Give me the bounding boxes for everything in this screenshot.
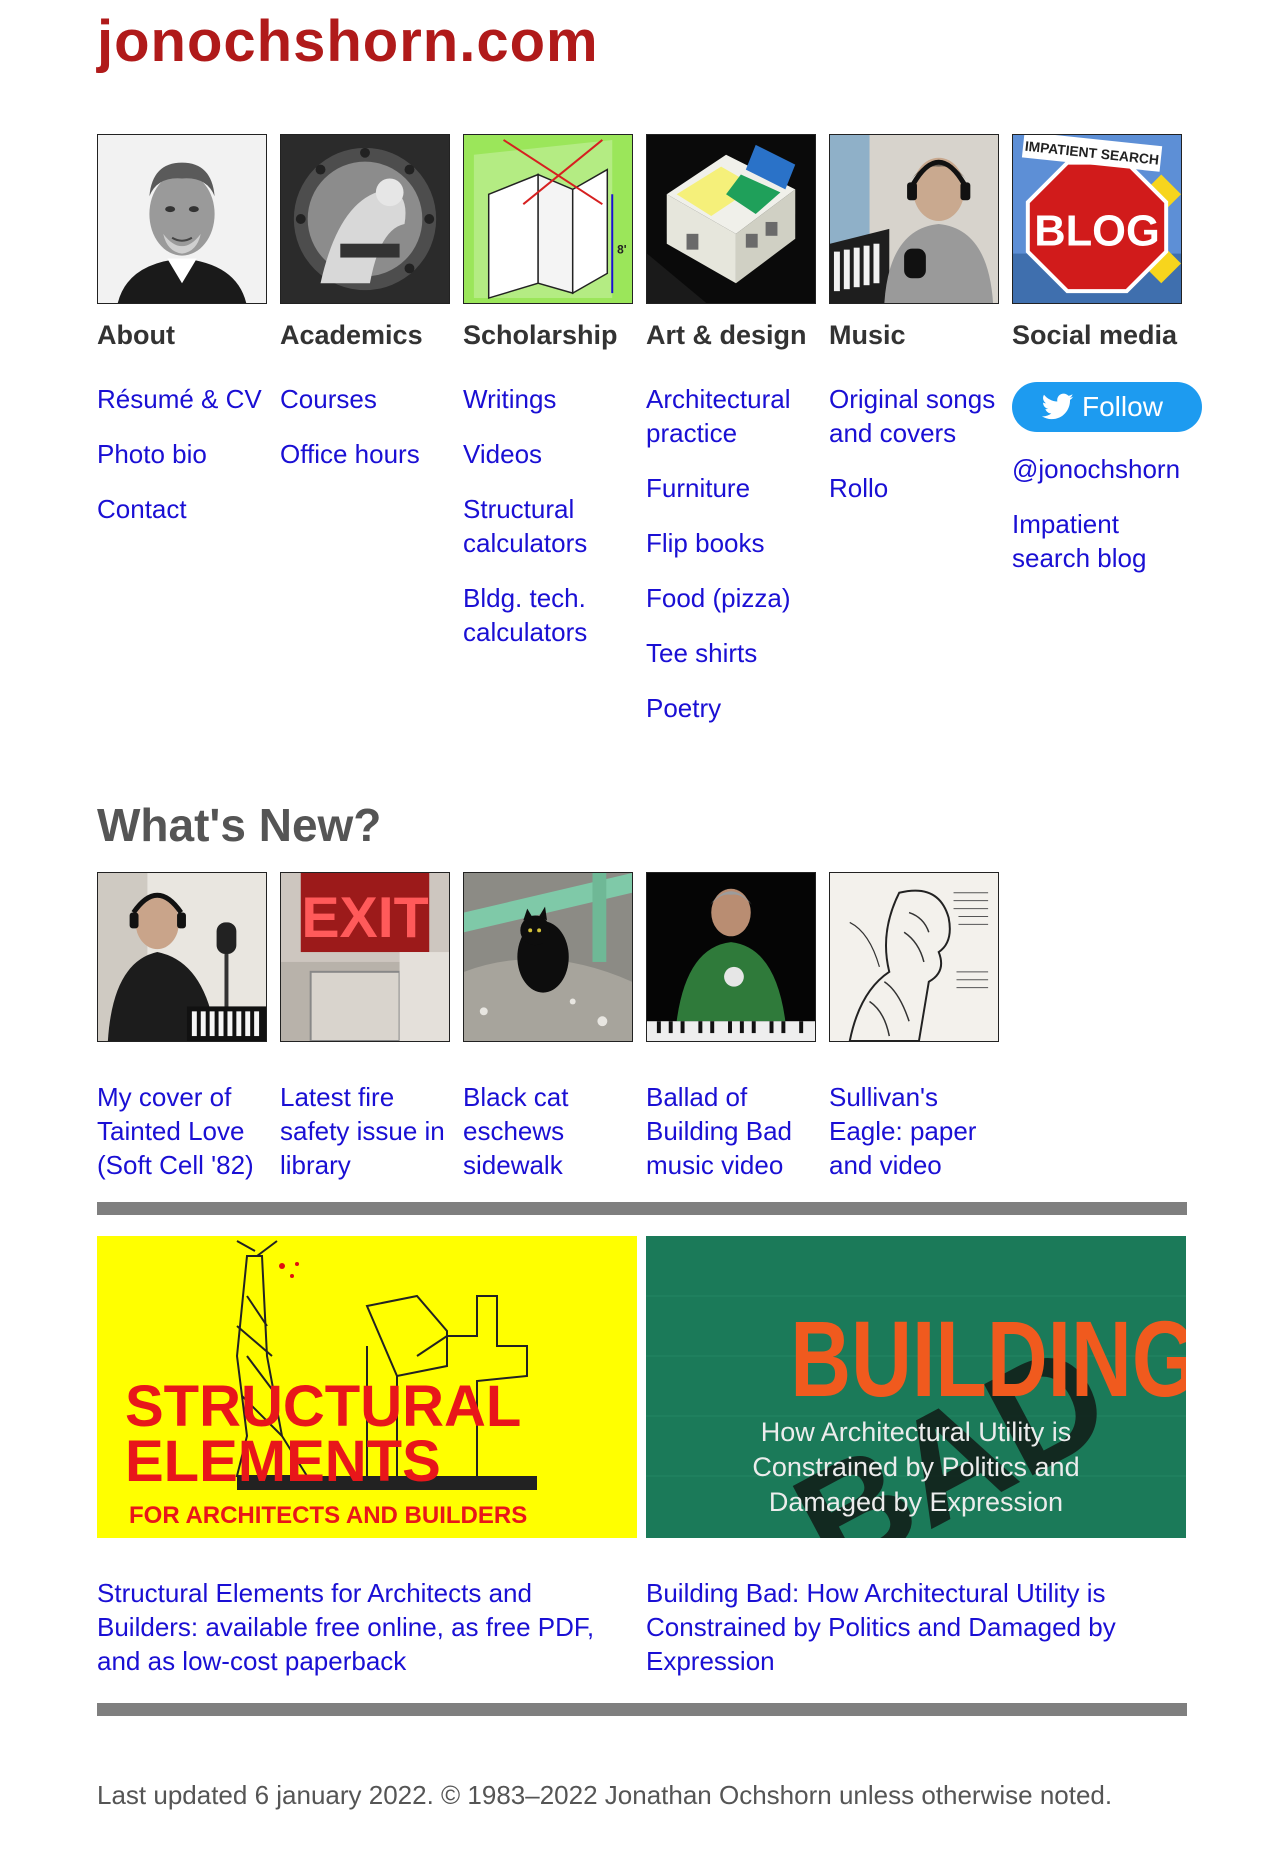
link-twitter-handle[interactable]: @jonochshorn — [1012, 452, 1202, 486]
structural-banner-line3: FOR ARCHITECTS AND BUILDERS — [129, 1502, 527, 1529]
feature-structural-elements: STRUCTURAL ELEMENTS FOR ARCHITECTS AND B… — [97, 1236, 637, 1678]
link-bldg-tech-calculators[interactable]: Bldg. tech. calculators — [463, 581, 635, 649]
divider-rule-top — [97, 1202, 1187, 1215]
news-caption-building-bad-video[interactable]: Ballad of Building Bad music video — [646, 1080, 818, 1182]
link-furniture[interactable]: Furniture — [646, 471, 818, 505]
divider-rule-bottom — [97, 1703, 1187, 1716]
news-item-tainted-love: My cover of Tainted Love (Soft Cell '82) — [97, 872, 269, 1182]
art-design-model-image[interactable] — [646, 134, 816, 304]
scholarship-diagram-image[interactable]: 8' — [463, 134, 633, 304]
blog-sign-image[interactable]: IMPATIENT SEARCH BLOG — [1012, 134, 1182, 304]
nav-heading-music: Music — [829, 320, 906, 350]
nav-links-social-media: @jonochshorn Impatient search blog — [1012, 452, 1202, 575]
news-thumb-fire-safety[interactable]: EXIT — [280, 872, 450, 1042]
link-tee-shirts[interactable]: Tee shirts — [646, 636, 818, 670]
nav-heading-about: About — [97, 320, 175, 350]
structural-banner-line2: ELEMENTS — [125, 1429, 441, 1494]
link-structural-calculators[interactable]: Structural calculators — [463, 492, 635, 560]
nav-column-about: About Résumé & CV Photo bio Contact — [97, 134, 269, 547]
news-item-sullivans-eagle: Sullivan's Eagle: paper and video — [829, 872, 1001, 1182]
link-contact[interactable]: Contact — [97, 492, 269, 526]
link-food-pizza[interactable]: Food (pizza) — [646, 581, 818, 615]
news-item-fire-safety: EXIT Latest fire safety issue in library — [280, 872, 452, 1182]
nav-links-music: Original songs and covers Rollo — [829, 382, 1001, 505]
feature-building-bad: BAD BUILDING How Architectural Utility i… — [646, 1236, 1186, 1678]
link-writings[interactable]: Writings — [463, 382, 635, 416]
structural-elements-caption[interactable]: Structural Elements for Architects and B… — [97, 1576, 637, 1678]
building-bad-banner-word1: BUILDING — [790, 1298, 1186, 1420]
nav-links-academics: Courses Office hours — [280, 382, 452, 471]
building-bad-banner-sub1: How Architectural Utility is — [761, 1417, 1072, 1447]
link-videos[interactable]: Videos — [463, 437, 635, 471]
structural-elements-banner[interactable]: STRUCTURAL ELEMENTS FOR ARCHITECTS AND B… — [97, 1236, 637, 1538]
nav-column-academics: Academics Courses Office hours — [280, 134, 452, 492]
academics-image[interactable] — [280, 134, 450, 304]
news-caption-fire-safety[interactable]: Latest fire safety issue in library — [280, 1080, 452, 1182]
news-thumb-black-cat[interactable] — [463, 872, 633, 1042]
news-thumb-tainted-love[interactable] — [97, 872, 267, 1042]
building-bad-banner-sub2: Constrained by Politics and — [752, 1452, 1079, 1482]
link-architectural-practice[interactable]: Architectural practice — [646, 382, 818, 450]
nav-column-art-design: Art & design Architectural practice Furn… — [646, 134, 818, 746]
link-rollo[interactable]: Rollo — [829, 471, 1001, 505]
link-original-songs-covers[interactable]: Original songs and covers — [829, 382, 1001, 450]
twitter-follow-button[interactable]: Follow — [1012, 382, 1202, 432]
music-image[interactable] — [829, 134, 999, 304]
nav-links-scholarship: Writings Videos Structural calculators B… — [463, 382, 635, 649]
nav-heading-art-design: Art & design — [646, 320, 807, 350]
site-title[interactable]: jonochshorn.com — [97, 8, 599, 75]
link-courses[interactable]: Courses — [280, 382, 452, 416]
nav-column-music: Music Original songs and covers Rollo — [829, 134, 1001, 526]
nav-column-scholarship: 8' Scholarship Writings Videos Structura… — [463, 134, 635, 670]
nav-column-social-media: IMPATIENT SEARCH BLOG Social media Follo… — [1012, 134, 1202, 596]
link-poetry[interactable]: Poetry — [646, 691, 818, 725]
nav-heading-scholarship: Scholarship — [463, 320, 618, 350]
news-item-black-cat: Black cat eschews sidewalk — [463, 872, 635, 1182]
twitter-bird-icon — [1042, 393, 1074, 420]
news-item-building-bad-video: Ballad of Building Bad music video — [646, 872, 818, 1182]
news-caption-tainted-love[interactable]: My cover of Tainted Love (Soft Cell '82) — [97, 1080, 269, 1182]
link-photo-bio[interactable]: Photo bio — [97, 437, 269, 471]
nav-heading-social-media: Social media — [1012, 320, 1178, 350]
about-portrait-image[interactable] — [97, 134, 267, 304]
exit-sign-text: EXIT — [301, 886, 428, 950]
building-bad-caption[interactable]: Building Bad: How Architectural Utility … — [646, 1576, 1186, 1678]
building-bad-banner[interactable]: BAD BUILDING How Architectural Utility i… — [646, 1236, 1186, 1538]
nav-heading-academics: Academics — [280, 320, 423, 350]
link-resume-cv[interactable]: Résumé & CV — [97, 382, 269, 416]
footer-text: Last updated 6 january 2022. © 1983–2022… — [97, 1780, 1113, 1810]
link-office-hours[interactable]: Office hours — [280, 437, 452, 471]
news-thumb-sullivans-eagle[interactable] — [829, 872, 999, 1042]
link-impatient-search-blog[interactable]: Impatient search blog — [1012, 507, 1202, 575]
building-bad-banner-sub3: Damaged by Expression — [769, 1487, 1063, 1517]
nav-links-about: Résumé & CV Photo bio Contact — [97, 382, 269, 526]
scholarship-dimension-label: 8' — [617, 243, 627, 257]
twitter-follow-label: Follow — [1082, 391, 1163, 422]
news-caption-sullivans-eagle[interactable]: Sullivan's Eagle: paper and video — [829, 1080, 1001, 1182]
news-thumb-building-bad-video[interactable] — [646, 872, 816, 1042]
news-caption-black-cat[interactable]: Black cat eschews sidewalk — [463, 1080, 635, 1182]
link-flip-books[interactable]: Flip books — [646, 526, 818, 560]
whats-new-heading: What's New? — [97, 799, 382, 851]
blog-sign-main-text: BLOG — [1034, 208, 1160, 256]
nav-links-art-design: Architectural practice Furniture Flip bo… — [646, 382, 818, 725]
